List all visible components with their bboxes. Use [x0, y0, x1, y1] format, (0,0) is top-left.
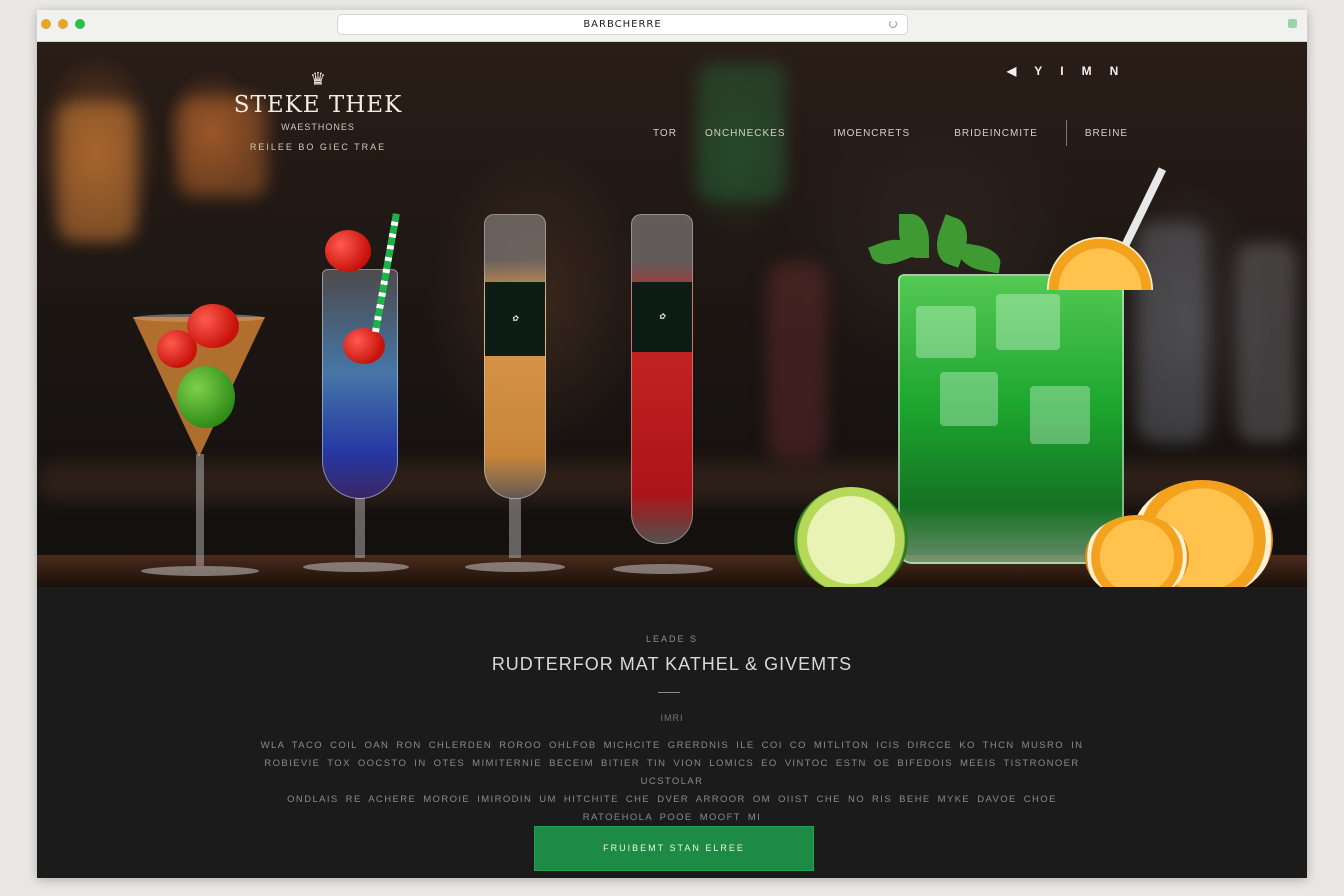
cherry [325, 230, 371, 272]
glass-body [631, 214, 693, 544]
brand-subline: REILEE BO GIEC TRAE [249, 142, 387, 152]
main-nav: TOR ONCHNECKES IMOENCRETS BRIDEINCMITE B… [653, 120, 1128, 146]
glass-label: ✿ [632, 282, 692, 352]
hero-section: ♛ STEKE THEK WAESTHONES REILEE BO GIEC T… [37, 42, 1307, 587]
social-icon-y[interactable]: Y [1034, 64, 1042, 78]
ice-cube [996, 294, 1060, 350]
address-bar[interactable]: BARBCHERRE [337, 14, 908, 35]
ice-cube [1030, 386, 1090, 444]
glass-base [613, 564, 713, 574]
glass-stem [196, 454, 204, 566]
backdrop-bottle [1237, 242, 1297, 442]
browser-chrome: BARBCHERRE [37, 10, 1307, 42]
glass-base [303, 562, 409, 572]
social-links: ◀ Y I M N [1007, 64, 1118, 78]
glass-base [465, 562, 565, 572]
backdrop-bottle [1137, 222, 1207, 442]
brand-logo[interactable]: ♛ STEKE THEK WAESTHONES REILEE BO GIEC T… [233, 70, 403, 152]
nav-divider [1065, 120, 1067, 146]
backdrop-light [57, 102, 137, 242]
crown-icon: ♛ [309, 69, 327, 89]
intro-section: LEADE S RUDTERFOR MAT KATHEL & GIVEMTS I… [37, 587, 1307, 878]
mint-leaf [957, 242, 1003, 274]
social-icon-n[interactable]: N [1110, 64, 1119, 78]
section-eyebrow: LEADE S [645, 634, 699, 644]
ice-cube [916, 306, 976, 358]
glass-body [898, 274, 1124, 564]
social-icon-i[interactable]: I [1060, 64, 1063, 78]
address-text: BARBCHERRE [583, 19, 662, 30]
close-window-icon[interactable] [41, 19, 51, 29]
glass-stem [509, 498, 521, 558]
social-icon-back[interactable]: ◀ [1007, 64, 1016, 78]
minimize-window-icon[interactable] [58, 19, 68, 29]
nav-item-4[interactable]: BRIDEINCMITE [954, 128, 1038, 139]
maximize-window-icon[interactable] [75, 19, 85, 29]
glass-label: ✿ [485, 282, 545, 356]
cherry [343, 328, 385, 364]
backdrop-bottle [767, 262, 827, 462]
glass-stem [355, 498, 365, 558]
olive [177, 366, 235, 428]
nav-item-1[interactable]: TOR [653, 128, 677, 139]
social-icon-m[interactable]: M [1082, 64, 1092, 78]
section-kicker: IMRI [660, 713, 684, 723]
body-line: WLA TACO COIL OAN RON CHLERDEN ROROO OHL… [260, 740, 1084, 751]
glass-body [322, 269, 398, 499]
body-line: ROBIEVIE TOX OOCSTO IN OTES MIMITERNIE B… [264, 758, 1080, 787]
glass-base [141, 566, 259, 576]
section-headline: RUDTERFOR MAT KATHEL & GIVEMTS [491, 654, 853, 674]
extension-icon[interactable] [1288, 19, 1297, 28]
reload-icon[interactable] [889, 20, 897, 28]
brand-name: STEKE THEK [233, 92, 403, 118]
body-line: ONDLAIS RE ACHERE MOROIE IMIRODIN UM HIT… [287, 794, 1057, 823]
brand-tagline: WAESTHONES [281, 122, 355, 132]
cherry [187, 304, 239, 348]
browser-window: BARBCHERRE ♛ STEKE THEK WAESTHONES REILE… [37, 10, 1307, 878]
nav-item-2[interactable]: ONCHNECKES [705, 128, 786, 139]
nav-item-3[interactable]: IMOENCRETS [834, 128, 911, 139]
glass-body [484, 214, 546, 499]
nav-item-5[interactable]: BREINE [1085, 128, 1128, 139]
cta-button[interactable]: FRUIBEMT STAN ELREE [534, 826, 814, 871]
lime-half [794, 487, 908, 587]
headline-divider [658, 692, 680, 693]
ice-cube [940, 372, 998, 426]
